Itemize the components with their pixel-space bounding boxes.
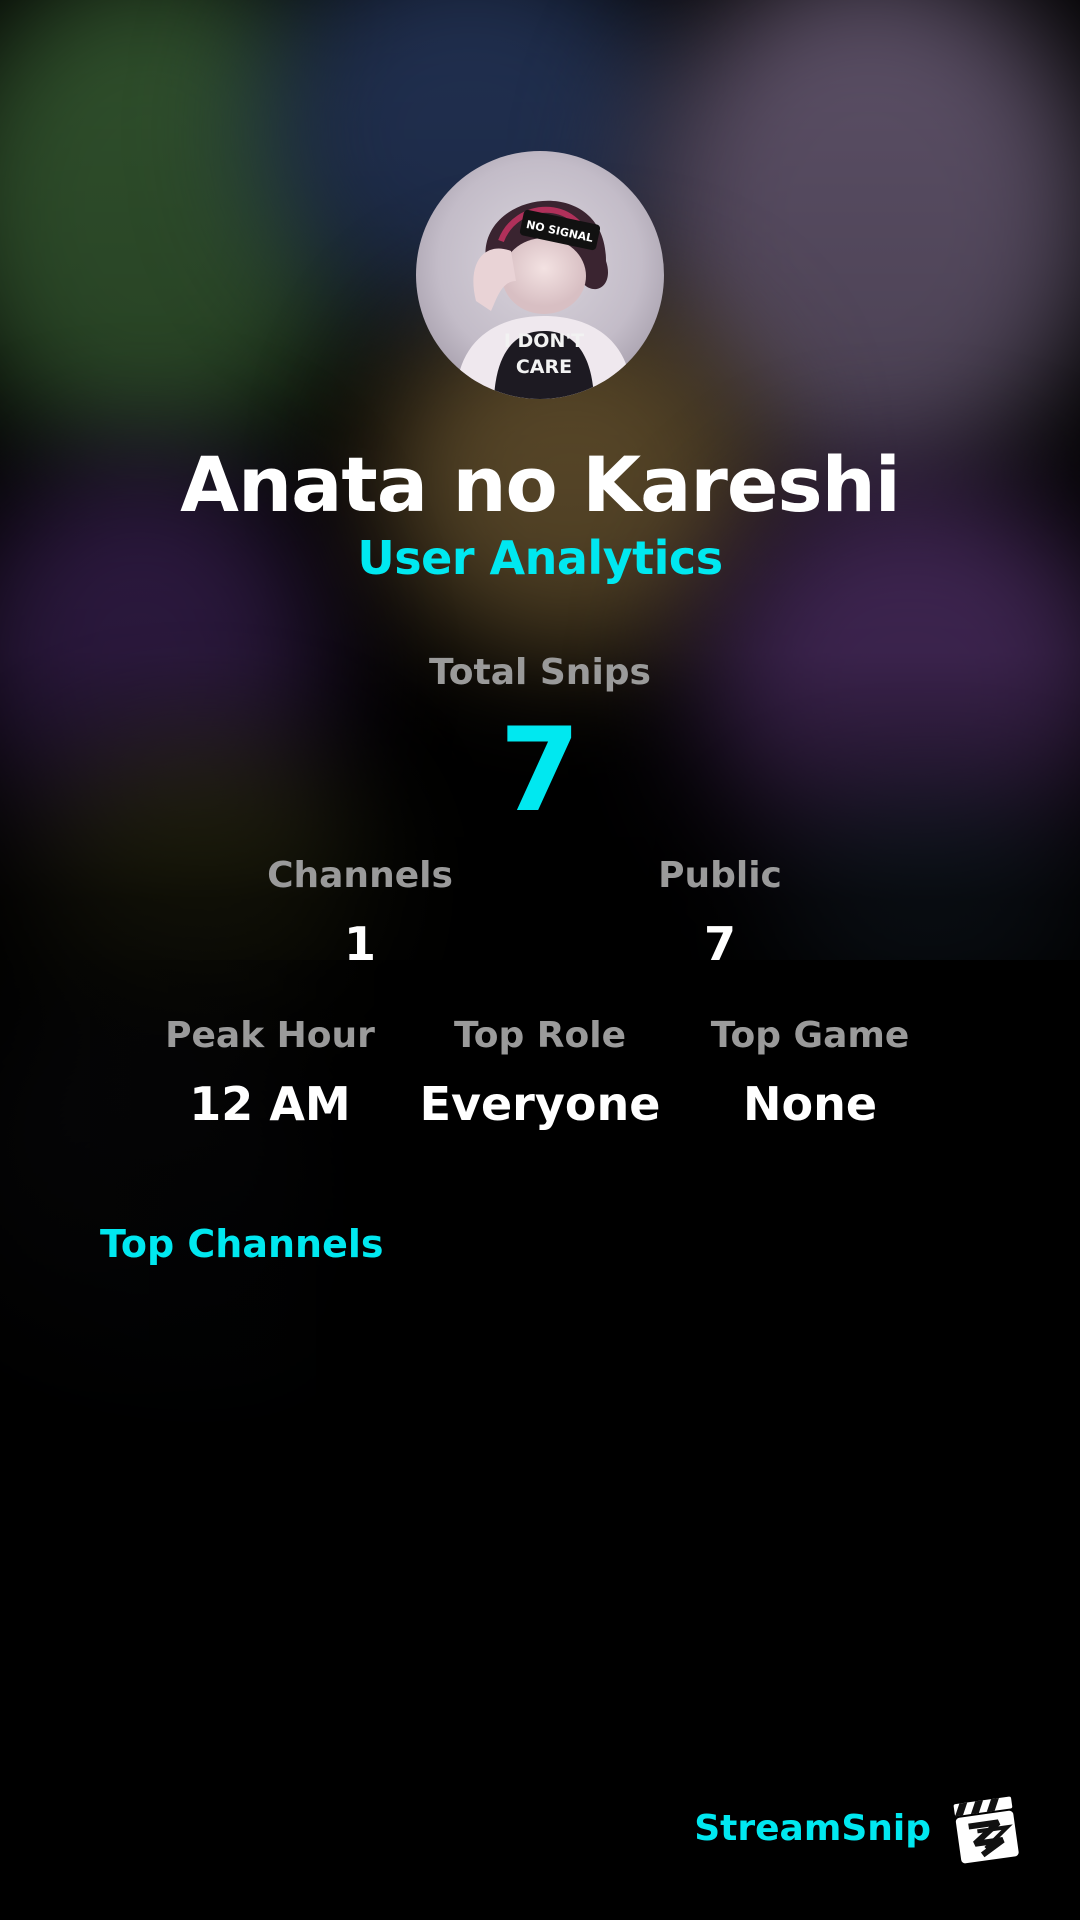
stat-public-label: Public [658,855,782,896]
stat-public: Public 7 [600,852,840,974]
clapperboard-icon [953,1796,1019,1864]
stat-top-game-value: None [742,1077,878,1131]
total-snips-value: 7 [499,703,581,838]
total-snips-label: Total Snips [429,652,651,693]
stat-channels: Channels 1 [240,852,480,974]
brand-footer: StreamSnip [694,1790,1025,1866]
top-channels-heading: Top Channels [100,1222,384,1266]
stat-public-value: 7 [703,917,736,971]
stat-peak-hour-label: Peak Hour [165,1015,375,1056]
user-avatar: NO SIGNAL I DON'T CARE [416,151,664,399]
user-name: Anata no Kareshi [180,440,901,529]
stat-top-game-label: Top Game [710,1015,910,1056]
avatar-illustration: NO SIGNAL I DON'T CARE [456,200,632,399]
stat-channels-value: 1 [343,917,376,971]
avatar-shirt-line1: I DON'T [504,330,584,352]
analytics-card: NO SIGNAL I DON'T CARE Anata no Kareshi … [0,0,1080,1920]
brand-name: StreamSnip [694,1807,931,1849]
stat-channels-label: Channels [267,855,453,896]
stat-top-role-value: Everyone [419,1077,661,1131]
stat-top-role-label: Top Role [453,1015,627,1056]
stat-peak-hour: Peak Hour 12 AM [150,1012,390,1134]
stat-peak-hour-value: 12 AM [189,1077,351,1131]
stat-top-game: Top Game None [690,1012,930,1134]
page-subtitle: User Analytics [357,531,723,585]
stat-top-role: Top Role Everyone [410,1012,670,1134]
avatar-shirt-line2: CARE [516,356,572,378]
